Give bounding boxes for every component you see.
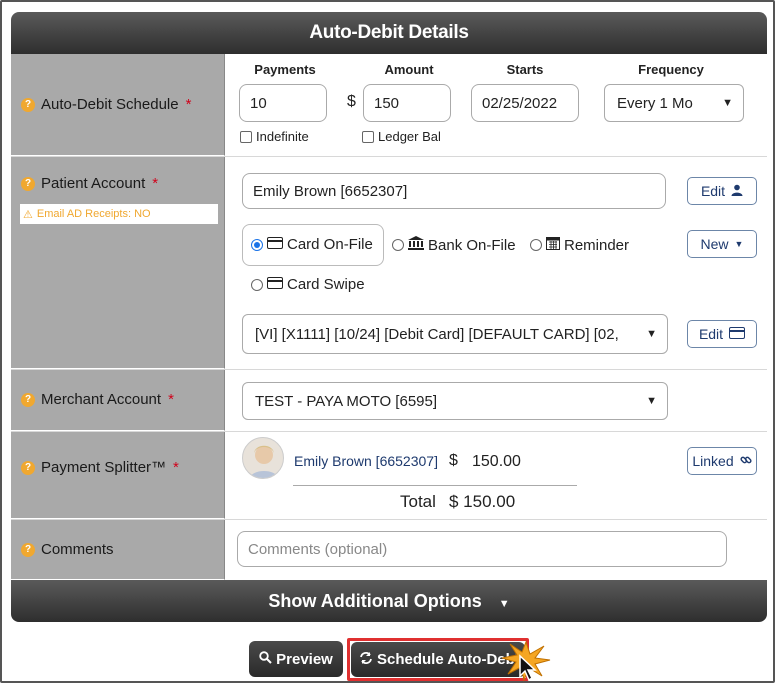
checkbox-box[interactable] (362, 130, 374, 143)
merchant-label: Merchant Account (41, 391, 162, 408)
amount-input[interactable]: 150 (363, 84, 451, 122)
frequency-value: Every 1 Mo (617, 94, 693, 112)
refresh-icon (359, 651, 373, 669)
card-icon (267, 276, 283, 293)
comments-label-cell: ? Comments (11, 520, 225, 580)
new-label: New (700, 236, 729, 252)
chevron-down-icon: ▼ (646, 395, 657, 407)
frequency-select[interactable]: Every 1 Mo ▼ (604, 84, 744, 122)
bank-onfile-label: Bank On-File (428, 236, 516, 254)
required-marker: * (185, 96, 192, 113)
linked-button[interactable]: Linked (687, 447, 757, 475)
required-marker: * (152, 175, 159, 192)
dialog-title: Auto-Debit Details (11, 12, 767, 54)
ledger-bal-label: Ledger Bal (378, 129, 441, 144)
avatar (242, 437, 284, 479)
dialog-frame: Auto-Debit Details ? Auto-Debit Schedule… (0, 0, 775, 683)
schedule-auto-debit-button[interactable]: Schedule Auto-Debit (351, 642, 525, 677)
link-icon (740, 453, 752, 469)
splitter-label-cell: ? Payment Splitter™ * (11, 432, 225, 519)
warning-text: Email AD Receipts: NO (36, 208, 151, 220)
merchant-value: TEST - PAYA MOTO [6595] (255, 392, 438, 410)
radio-card-onfile[interactable]: Card On-File (251, 236, 373, 253)
card-icon (729, 326, 746, 342)
user-icon (731, 183, 743, 199)
bank-icon (408, 236, 424, 254)
card-swipe-label: Card Swipe (287, 276, 365, 293)
splitter-amount[interactable]: 150.00 (472, 453, 521, 471)
splitter-patient-link[interactable]: Emily Brown [6652307] (294, 453, 438, 469)
merchant-row: ? Merchant Account * TEST - PAYA MOTO [65… (11, 370, 767, 432)
comments-row: ? Comments Comments (optional) (11, 520, 767, 580)
starts-input[interactable]: 02/25/2022 (471, 84, 579, 122)
radio-dot[interactable] (251, 278, 263, 291)
chevron-down-icon: ▼ (722, 97, 733, 109)
email-receipts-warning: ⚠ Email AD Receipts: NO (20, 204, 218, 224)
caret-down-icon: ▼ (734, 239, 744, 249)
edit-patient-button[interactable]: Edit (687, 177, 757, 205)
splitter-divider (293, 485, 577, 486)
caret-down-icon: ▼ (498, 598, 510, 610)
splitter-currency: $ (449, 452, 458, 469)
ledger-bal-checkbox[interactable]: Ledger Bal (362, 129, 441, 144)
card-value: [VI] [X1111] [10/24] [Debit Card] [DEFAU… (255, 325, 619, 343)
patient-account-input[interactable]: Emily Brown [6652307] (242, 173, 666, 209)
radio-card-swipe[interactable]: Card Swipe (251, 276, 365, 293)
frequency-header: Frequency (638, 62, 704, 77)
edit-label: Edit (700, 183, 726, 199)
amount-header: Amount (384, 62, 434, 77)
preview-button[interactable]: Preview (249, 641, 343, 677)
show-additional-options-toggle[interactable]: Show Additional Options ▼ (11, 580, 767, 622)
splitter-label: Payment Splitter™ (41, 459, 167, 476)
new-payment-method-button[interactable]: New ▼ (687, 230, 757, 258)
patient-row: ? Patient Account * ⚠ Email AD Receipts: … (11, 157, 767, 370)
schedule-label: Auto-Debit Schedule (41, 96, 179, 113)
mouse-cursor-icon (518, 654, 540, 682)
edit-card-button[interactable]: Edit (687, 320, 757, 348)
schedule-label-cell: ? Auto-Debit Schedule * (11, 54, 225, 156)
amount-currency: $ (347, 93, 356, 110)
required-marker: * (168, 391, 174, 408)
merchant-label-cell: ? Merchant Account * (11, 370, 225, 431)
patient-label: Patient Account (41, 175, 146, 192)
additional-options-label: Show Additional Options (268, 591, 482, 611)
linked-label: Linked (692, 453, 734, 469)
help-icon[interactable]: ? (21, 97, 35, 112)
help-icon[interactable]: ? (21, 392, 35, 407)
required-marker: * (173, 459, 179, 476)
card-icon (267, 236, 283, 253)
comments-label: Comments (41, 541, 114, 558)
total-value: $ 150.00 (449, 492, 516, 511)
radio-dot[interactable] (530, 239, 542, 251)
radio-dot-selected[interactable] (251, 238, 263, 251)
indefinite-label: Indefinite (256, 129, 309, 144)
patient-label-cell: ? Patient Account * ⚠ Email AD Receipts: … (11, 157, 225, 369)
payments-header: Payments (254, 62, 316, 77)
card-onfile-label: Card On-File (287, 236, 373, 253)
merchant-select[interactable]: TEST - PAYA MOTO [6595] ▼ (242, 382, 668, 420)
indefinite-checkbox[interactable]: Indefinite (240, 129, 309, 144)
radio-reminder[interactable]: Reminder (530, 236, 629, 254)
card-select[interactable]: [VI] [X1111] [10/24] [Debit Card] [DEFAU… (242, 314, 668, 354)
starts-header: Starts (506, 62, 544, 77)
help-icon[interactable]: ? (21, 460, 35, 475)
edit-card-label: Edit (698, 326, 724, 342)
comments-input[interactable]: Comments (optional) (237, 531, 727, 567)
calendar-icon (546, 236, 560, 254)
schedule-row: ? Auto-Debit Schedule * Payments Amount S… (11, 54, 767, 157)
help-icon[interactable]: ? (21, 542, 35, 557)
splitter-row: ? Payment Splitter™ * Emily Brown [665230… (11, 432, 767, 520)
radio-bank-onfile[interactable]: Bank On-File (392, 236, 516, 254)
checkbox-box[interactable] (240, 130, 252, 143)
search-icon (259, 650, 272, 668)
payments-input[interactable]: 10 (239, 84, 327, 122)
help-icon[interactable]: ? (21, 176, 35, 191)
chevron-down-icon: ▼ (646, 328, 657, 340)
warning-icon: ⚠ (23, 208, 33, 221)
reminder-label: Reminder (564, 236, 630, 254)
radio-dot[interactable] (392, 239, 404, 251)
preview-label: Preview (276, 650, 333, 668)
total-label: Total (400, 492, 436, 511)
